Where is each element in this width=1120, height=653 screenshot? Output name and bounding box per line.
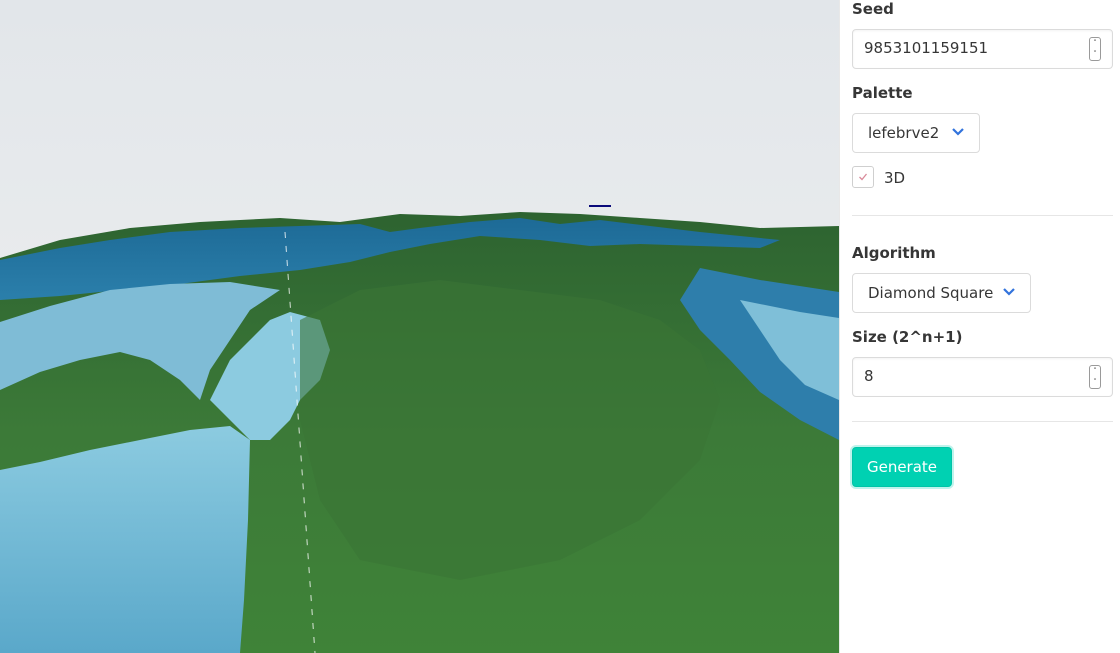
stepper-down-icon[interactable]: ˅ <box>1093 379 1097 386</box>
palette-select[interactable]: lefebrve2 <box>852 113 980 153</box>
algorithm-select[interactable]: Diamond Square <box>852 273 1031 313</box>
seed-stepper[interactable]: ˄ ˅ <box>1089 37 1101 61</box>
size-label: Size (2^n+1) <box>852 328 963 346</box>
size-input[interactable] <box>864 367 1064 385</box>
three-d-checkbox[interactable] <box>852 166 874 188</box>
seed-field[interactable]: ˄ ˅ <box>852 29 1113 69</box>
divider <box>852 421 1113 422</box>
chevron-down-icon <box>1003 288 1015 296</box>
three-d-label: 3D <box>884 169 906 187</box>
seed-label: Seed <box>852 0 894 18</box>
terrain-render[interactable] <box>0 0 839 653</box>
algorithm-label: Algorithm <box>852 244 936 262</box>
divider <box>852 215 1113 216</box>
checkmark-icon <box>859 173 868 181</box>
palette-label: Palette <box>852 84 913 102</box>
size-field[interactable]: ˄ ˅ <box>852 357 1113 397</box>
stepper-down-icon[interactable]: ˅ <box>1093 51 1097 58</box>
stepper-up-icon[interactable]: ˄ <box>1093 40 1097 47</box>
algorithm-selected: Diamond Square <box>868 284 994 302</box>
stepper-up-icon[interactable]: ˄ <box>1093 368 1097 375</box>
controls-panel: Seed ˄ ˅ Palette lefebrve2 3D Algorithm … <box>839 0 1120 653</box>
size-stepper[interactable]: ˄ ˅ <box>1089 365 1101 389</box>
terrain-viewport[interactable] <box>0 0 839 653</box>
seed-input[interactable] <box>864 39 1064 57</box>
chevron-down-icon <box>952 128 964 136</box>
palette-selected: lefebrve2 <box>868 124 940 142</box>
generate-button[interactable]: Generate <box>852 447 952 487</box>
